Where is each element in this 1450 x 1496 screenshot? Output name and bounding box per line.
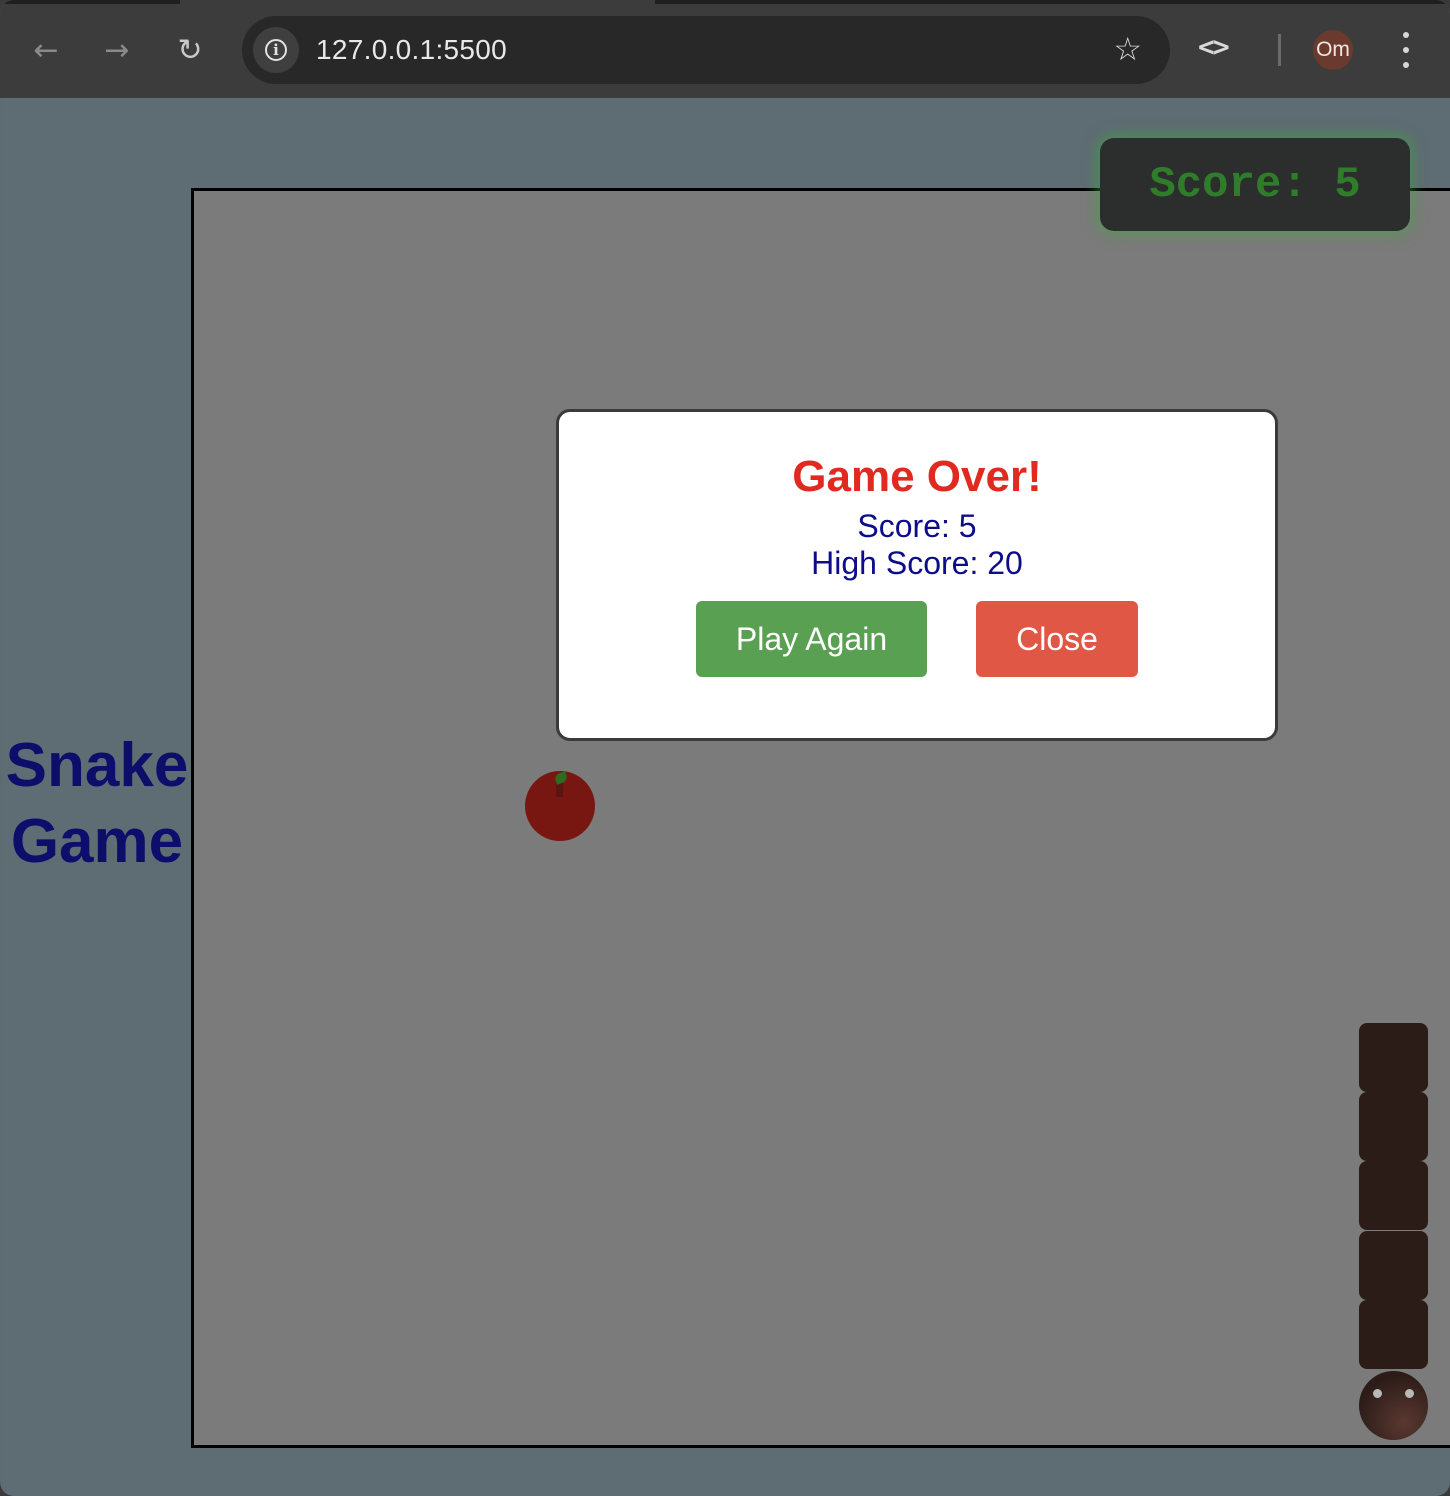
star-icon[interactable]: ☆ (1113, 30, 1142, 68)
address-bar[interactable]: i 127.0.0.1:5500 ☆ (242, 16, 1170, 84)
snake-segment (1359, 1092, 1428, 1161)
forward-button[interactable]: → (95, 28, 139, 72)
kebab-menu-icon[interactable] (1394, 32, 1418, 68)
page-content: Snake Game Game Over! Score: 5 High Scor… (3, 98, 1450, 1496)
snake-segment (1359, 1161, 1428, 1230)
snake-eye (1373, 1389, 1382, 1398)
title-line-2: Game (10, 807, 184, 876)
page-title: Snake Game (3, 728, 191, 880)
arrow-right-icon: → (104, 32, 130, 68)
site-info-button[interactable]: i (253, 27, 299, 73)
snake-segment (1359, 1300, 1428, 1369)
snake-head (1359, 1371, 1428, 1440)
snake-eye (1405, 1389, 1414, 1398)
game-over-modal: Game Over! Score: 5 High Score: 20 Play … (556, 409, 1278, 741)
menu-dot (1403, 32, 1409, 38)
info-icon: i (265, 39, 287, 61)
close-button[interactable]: Close (976, 601, 1138, 677)
back-button[interactable]: ← (24, 28, 68, 72)
reload-button[interactable]: ↻ (168, 28, 212, 72)
profile-avatar[interactable]: Om (1313, 30, 1353, 70)
tab-edge (0, 0, 180, 4)
score-display: Score: 5 (1149, 159, 1361, 210)
reload-icon: ↻ (177, 32, 203, 68)
game-board[interactable]: Game Over! Score: 5 High Score: 20 Play … (191, 188, 1450, 1448)
toolbar-separator (1278, 34, 1281, 66)
play-again-button[interactable]: Play Again (696, 601, 927, 677)
title-line-1: Snake (5, 731, 189, 800)
score-panel: Score: 5 (1100, 138, 1410, 231)
tab-edge (655, 0, 1450, 4)
menu-dot (1403, 47, 1409, 53)
snake-segment (1359, 1231, 1428, 1300)
apple-leaf-icon (553, 771, 569, 785)
modal-title: Game Over! (792, 452, 1042, 501)
apple-food (525, 771, 595, 841)
modal-score: Score: 5 (857, 508, 977, 544)
url-text[interactable]: 127.0.0.1:5500 (316, 34, 507, 66)
browser-toolbar: ← → ↻ i 127.0.0.1:5500 ☆ <> Om (0, 0, 1450, 98)
code-brackets-icon[interactable]: <> (1198, 30, 1230, 63)
menu-dot (1403, 62, 1409, 68)
browser-window: ← → ↻ i 127.0.0.1:5500 ☆ <> Om Snake Gam… (0, 0, 1450, 1496)
arrow-left-icon: ← (33, 32, 59, 68)
snake-segment (1359, 1023, 1428, 1092)
modal-high-score: High Score: 20 (811, 545, 1023, 581)
